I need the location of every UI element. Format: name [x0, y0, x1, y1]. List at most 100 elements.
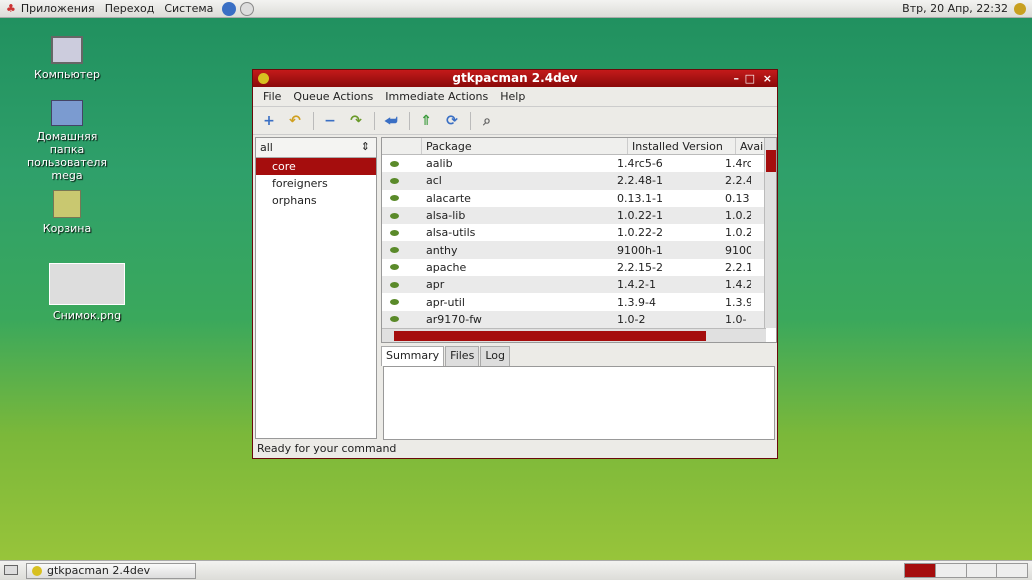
menu-immediate-actions[interactable]: Immediate Actions — [379, 90, 494, 103]
package-installed: 1.0.22-2 — [617, 226, 663, 240]
app-icon — [32, 566, 42, 576]
desktop-icon-home[interactable]: Домашняя папка пользователя mega — [20, 100, 114, 182]
package-installed-icon — [390, 160, 399, 167]
vertical-scrollbar[interactable] — [764, 138, 776, 328]
undo-icon[interactable]: ↶ — [285, 111, 305, 131]
repo-item-orphans[interactable]: orphans — [256, 192, 376, 209]
package-available: 1.4rc — [725, 157, 751, 171]
menu-places[interactable]: Переход — [100, 2, 160, 15]
scrollbar-thumb[interactable] — [766, 150, 776, 172]
package-installed: 9100h-1 — [617, 243, 663, 257]
chevron-updown-icon: ⇕ — [360, 140, 370, 153]
package-installed: 1.0.22-1 — [617, 209, 663, 223]
table-row[interactable]: apr-util 1.3.9-4 1.3.9 — [382, 293, 776, 310]
tab-files[interactable]: Files — [445, 346, 480, 366]
workspace-2[interactable] — [936, 564, 967, 577]
column-package[interactable]: Package — [422, 138, 628, 154]
browser-launcher-icon[interactable] — [222, 1, 237, 16]
show-desktop-icon[interactable] — [4, 565, 18, 575]
menu-applications[interactable]: Приложения — [16, 2, 100, 15]
bottom-panel: gtkpacman 2.4dev — [0, 560, 1032, 580]
home-folder-icon — [51, 100, 83, 126]
desktop-icon-label: Компьютер — [34, 68, 100, 81]
workspace-switcher[interactable] — [904, 563, 1028, 578]
tab-log[interactable]: Log — [480, 346, 510, 366]
menu-system[interactable]: Система — [159, 2, 218, 15]
add-icon[interactable]: + — [259, 111, 279, 131]
redo-icon[interactable]: ↷ — [346, 111, 366, 131]
desktop-icon-label: Корзина — [42, 222, 92, 235]
package-name: alsa-lib — [426, 209, 466, 223]
panel-clock[interactable]: Втр, 20 Апр, 22:32 — [902, 2, 1008, 15]
table-row[interactable]: acl 2.2.48-1 2.2.4 — [382, 172, 776, 190]
details-panel — [383, 366, 775, 440]
table-row[interactable]: anthy 9100h-1 9100 — [382, 241, 776, 259]
package-name: apr-util — [426, 295, 465, 309]
tab-summary[interactable]: Summary — [381, 346, 445, 366]
package-available: 1.0.2 — [725, 209, 751, 223]
package-installed: 2.2.15-2 — [617, 260, 663, 274]
minimize-button[interactable]: – — [734, 70, 740, 87]
package-installed-icon — [390, 247, 399, 254]
menu-help[interactable]: Help — [494, 90, 531, 103]
table-header: Package Installed Version Avai — [382, 138, 776, 155]
trash-icon — [53, 190, 81, 218]
package-available: 1.4.2 — [725, 278, 751, 292]
search-icon[interactable]: ⌕ — [477, 111, 497, 131]
workspace-1[interactable] — [905, 564, 936, 577]
table-row[interactable]: alacarte 0.13.1-1 0.13 — [382, 190, 776, 207]
computer-icon — [51, 36, 83, 64]
repo-filter-select[interactable]: all ⇕ — [256, 138, 376, 158]
execute-icon[interactable]: ⮨ — [381, 111, 401, 131]
toolbar-separator — [409, 111, 410, 130]
repo-item-foreigners[interactable]: foreigners — [256, 175, 376, 192]
workspace-4[interactable] — [997, 564, 1027, 577]
desktop-icon-screenshot[interactable]: Снимок.png — [48, 263, 126, 322]
gnome-foot-icon[interactable]: ♣ — [0, 2, 16, 15]
column-status[interactable] — [382, 138, 422, 154]
upgrade-icon[interactable]: ⇑ — [416, 111, 436, 131]
workspace-3[interactable] — [967, 564, 998, 577]
scrollbar-thumb[interactable] — [394, 331, 706, 341]
top-panel: ♣ Приложения Переход Система Втр, 20 Апр… — [0, 0, 1032, 18]
toolbar: + ↶ − ↷ ⮨ ⇑ ⟳ ⌕ — [253, 107, 777, 135]
taskbar-item-label: gtkpacman 2.4dev — [47, 564, 151, 577]
package-installed-icon — [390, 299, 399, 306]
status-bar: Ready for your command — [257, 442, 397, 455]
desktop-icon-computer[interactable]: Компьютер — [32, 36, 102, 81]
shutdown-icon[interactable] — [1014, 3, 1026, 15]
package-installed: 1.3.9-4 — [617, 295, 656, 309]
table-row[interactable]: apache 2.2.15-2 2.2.1 — [382, 259, 776, 276]
taskbar-item-gtkpacman[interactable]: gtkpacman 2.4dev — [26, 563, 196, 579]
package-available: 9100 — [725, 243, 751, 257]
repository-list: all ⇕ core foreigners orphans — [255, 137, 377, 439]
menu-queue-actions[interactable]: Queue Actions — [287, 90, 379, 103]
table-row[interactable]: alsa-lib 1.0.22-1 1.0.2 — [382, 206, 776, 225]
column-available-version[interactable]: Avai — [736, 138, 766, 154]
gtkpacman-window: gtkpacman 2.4dev – □ × File Queue Action… — [252, 69, 778, 459]
table-row[interactable]: alsa-utils 1.0.22-2 1.0.2 — [382, 224, 776, 241]
package-available: 2.2.1 — [725, 260, 751, 274]
close-button[interactable]: × — [763, 70, 772, 87]
window-titlebar[interactable]: gtkpacman 2.4dev – □ × — [253, 70, 777, 87]
horizontal-scrollbar[interactable] — [382, 328, 766, 342]
table-row[interactable]: ar9170-fw 1.0-2 1.0- — [382, 310, 776, 328]
remove-icon[interactable]: − — [320, 111, 340, 131]
table-row[interactable]: aalib 1.4rc5-6 1.4rc — [382, 155, 776, 172]
package-installed: 1.4.2-1 — [617, 278, 656, 292]
package-installed: 0.13.1-1 — [617, 191, 663, 205]
desktop-icon-label: Снимок.png — [52, 309, 122, 322]
column-installed-version[interactable]: Installed Version — [628, 138, 736, 154]
menu-file[interactable]: File — [257, 90, 287, 103]
toolbar-separator — [470, 111, 471, 130]
table-row[interactable]: apr 1.4.2-1 1.4.2 — [382, 276, 776, 294]
maximize-button[interactable]: □ — [745, 70, 755, 87]
repo-item-core[interactable]: core — [256, 158, 376, 175]
desktop-icon-trash[interactable]: Корзина — [40, 190, 94, 235]
package-installed-icon — [390, 229, 399, 236]
refresh-icon[interactable]: ⟳ — [442, 111, 462, 131]
app-icon — [258, 73, 269, 84]
package-installed-icon — [390, 281, 399, 288]
mail-launcher-icon[interactable] — [240, 1, 255, 16]
package-installed-icon — [390, 212, 399, 219]
